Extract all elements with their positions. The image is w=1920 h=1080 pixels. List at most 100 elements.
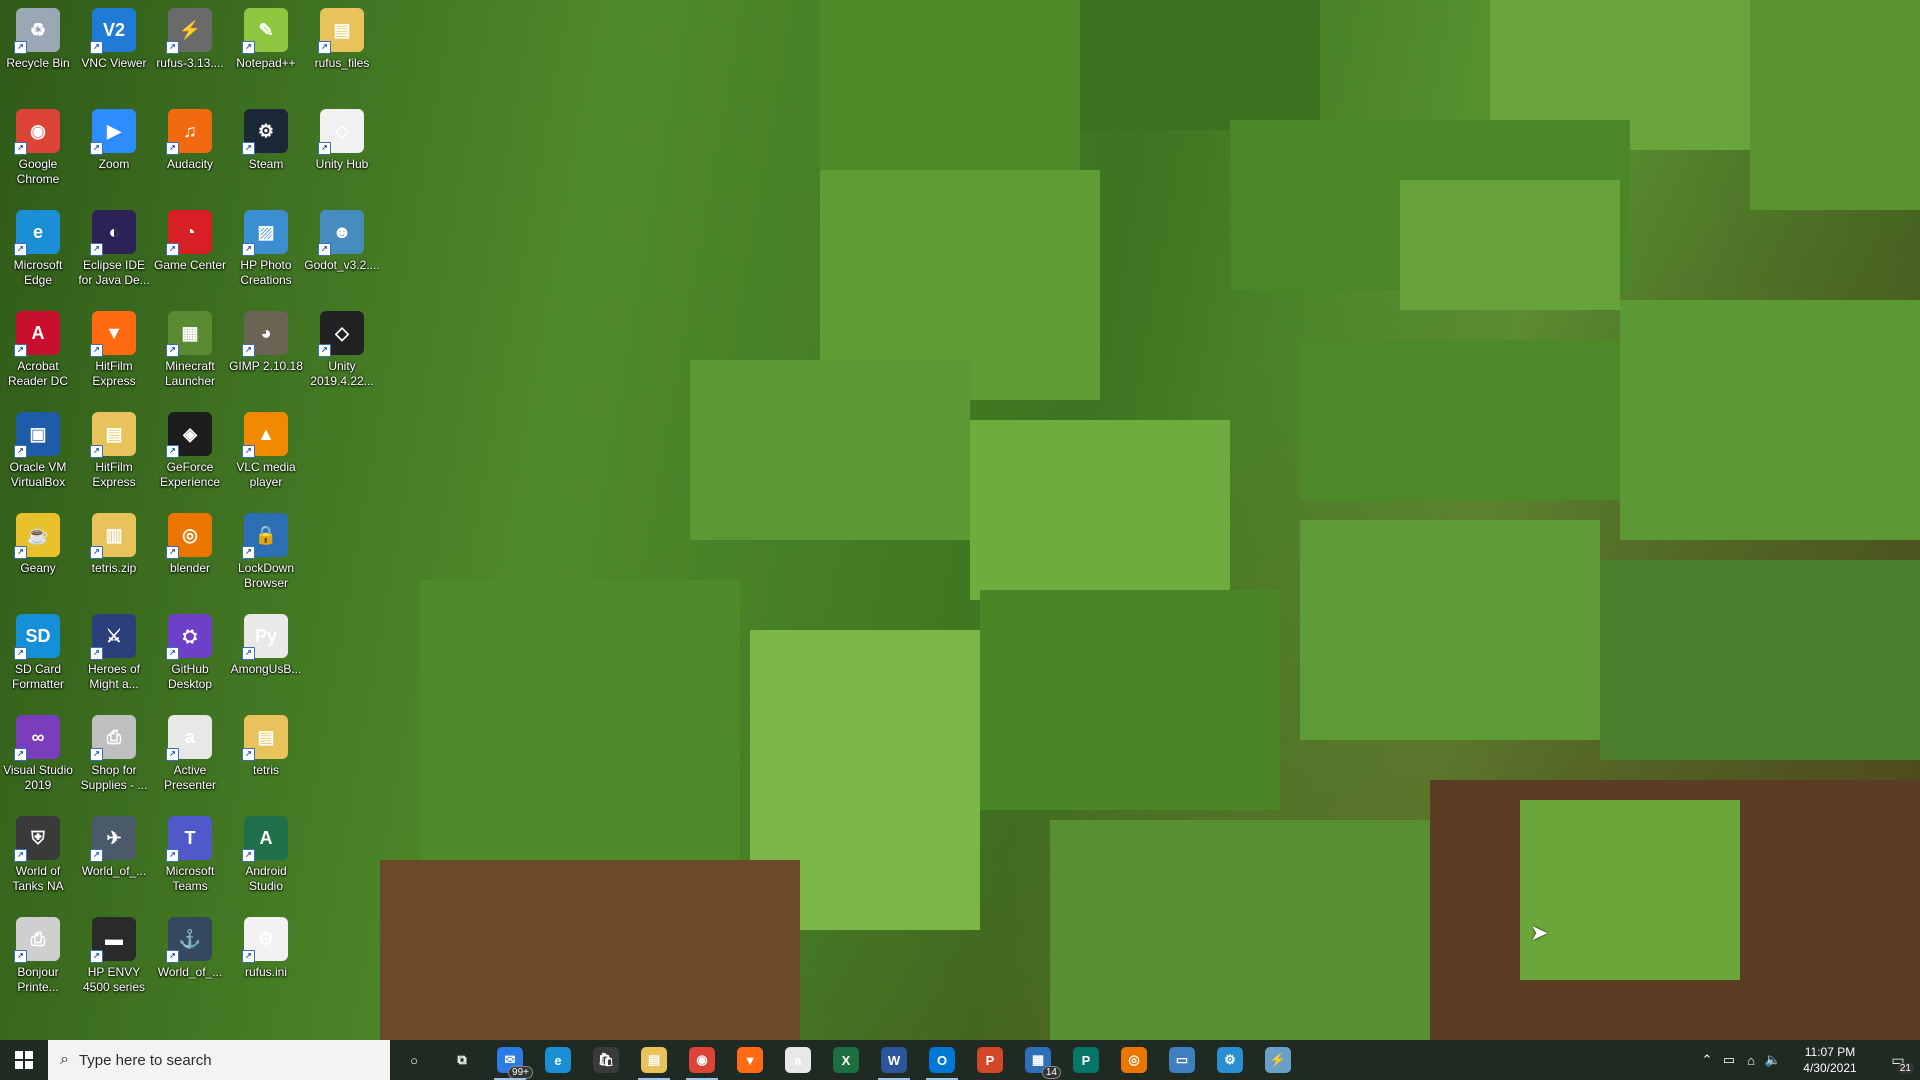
wallpaper-block (380, 860, 800, 1040)
taskbar-button-remote-desktop[interactable]: ▭ (1158, 1040, 1206, 1080)
desktop-icon[interactable]: ⚔ ↗ Heroes of Might a... (76, 606, 152, 704)
volume-icon[interactable]: 🔈 (1762, 1052, 1784, 1068)
desktop-icon[interactable]: ✎ ↗ Notepad++ (228, 0, 304, 98)
desktop-icons: ♻ ↗ Recycle Bin ◉ ↗ Google Chrome e ↗ Microsoft … (0, 0, 400, 1040)
taskbar-button-excel[interactable]: X (822, 1040, 870, 1080)
taskbar-button-publisher[interactable]: P (1062, 1040, 1110, 1080)
desktop-icon[interactable]: ◔ ↗ Game Center (152, 202, 228, 300)
network-icon[interactable]: ⌂ (1740, 1053, 1762, 1068)
desktop-icon[interactable]: T ↗ Microsoft Teams (152, 808, 228, 906)
battery-icon[interactable]: ▭ (1718, 1052, 1740, 1068)
taskbar-button-rufus[interactable]: ⚡ (1254, 1040, 1302, 1080)
desktop-icon[interactable]: ⎙ ↗ Shop for Supplies - ... (76, 707, 152, 805)
folder-icon: ▤ ↗ (318, 8, 364, 54)
taskbar-button-task-view[interactable]: ⧉ (438, 1040, 486, 1080)
shortcut-arrow-icon: ↗ (242, 142, 255, 155)
search-placeholder: Type here to search (78, 1051, 212, 1069)
desktop-icon[interactable]: ✈ ↗ World_of_... (76, 808, 152, 906)
world-of-tanks-icon: ⛨ ↗ (14, 816, 60, 862)
desktop-icon[interactable]: A ↗ Android Studio (228, 808, 304, 906)
chrome-icon: ◉ ↗ (14, 109, 60, 155)
taskbar-button-chrome[interactable]: ◉ (678, 1040, 726, 1080)
shortcut-arrow-icon: ↗ (14, 546, 27, 559)
shortcut-arrow-icon: ↗ (14, 748, 27, 761)
desktop-icon[interactable]: ⚓ ↗ World_of_... (152, 909, 228, 1007)
desktop-icon-label: rufus.ini (244, 965, 288, 979)
taskbar-button-mail[interactable]: ✉ 99+ (486, 1040, 534, 1080)
desktop-icon[interactable]: ♻ ↗ Recycle Bin (0, 0, 76, 98)
desktop-icon[interactable]: ◈ ↗ GeForce Experience (152, 404, 228, 502)
taskbar-button-calendar[interactable]: ▦ 14 (1014, 1040, 1062, 1080)
taskbar-button-word[interactable]: W (870, 1040, 918, 1080)
desktop-icon[interactable]: ▨ ↗ HP Photo Creations (228, 202, 304, 300)
taskbar-button-outlook[interactable]: O (918, 1040, 966, 1080)
desktop-icon[interactable]: ☕ ↗ Geany (0, 505, 76, 603)
desktop-icon[interactable]: a ↗ Active Presenter (152, 707, 228, 805)
taskbar-button-blender[interactable]: ◎ (1110, 1040, 1158, 1080)
calendar-icon: ▦ 14 (1025, 1047, 1061, 1079)
taskbar-button-cortana[interactable]: ○ (390, 1040, 438, 1080)
shortcut-arrow-icon: ↗ (90, 849, 103, 862)
active-presenter-icon: a (785, 1047, 811, 1073)
start-button[interactable] (0, 1040, 48, 1080)
world-of-warships-icon: ⚓ ↗ (166, 917, 212, 963)
notification-center-button[interactable]: ▭ 21 (1876, 1040, 1920, 1080)
desktop-icon-label: Godot_v3.2.... (304, 258, 380, 272)
desktop-icon[interactable]: ♫ ↗ Audacity (152, 101, 228, 199)
clock-date: 4/30/2021 (1803, 1061, 1857, 1075)
desktop-icon[interactable]: ∞ ↗ Visual Studio 2019 (0, 707, 76, 805)
shortcut-arrow-icon: ↗ (90, 445, 103, 458)
desktop-icon[interactable]: ⚙ ↗ rufus.ini (228, 909, 304, 1007)
desktop-icon[interactable]: ▣ ↗ Oracle VM VirtualBox (0, 404, 76, 502)
desktop-icon[interactable]: A ↗ Acrobat Reader DC (0, 303, 76, 401)
taskbar-button-store[interactable]: 🛍 (582, 1040, 630, 1080)
desktop-icon-label: HitFilm Express (92, 359, 136, 388)
desktop-icon[interactable]: ▬ ↗ HP ENVY 4500 series (76, 909, 152, 1007)
desktop-icon[interactable]: ⎙ ↗ Bonjour Printe... (0, 909, 76, 1007)
desktop-icon[interactable]: ▤ ↗ tetris (228, 707, 304, 805)
desktop-icon-label: GIMP 2.10.18 (229, 359, 303, 373)
desktop-icon-label: rufus-3.13.... (156, 56, 224, 70)
search-box[interactable]: ⌕ Type here to search (48, 1040, 390, 1080)
wallpaper-block (980, 590, 1280, 810)
desktop-icon[interactable]: ▦ ↗ Minecraft Launcher (152, 303, 228, 401)
godot-icon: ☻ ↗ (318, 210, 364, 256)
desktop-icon[interactable]: ◎ ↗ blender (152, 505, 228, 603)
desktop-icon[interactable]: ☻ ↗ Godot_v3.2.... (304, 202, 380, 300)
taskbar-button-file-explorer[interactable]: ▤ (630, 1040, 678, 1080)
chevron-up-icon[interactable]: ⌃ (1696, 1052, 1718, 1068)
taskbar-button-edge[interactable]: e (534, 1040, 582, 1080)
word-icon: W (881, 1047, 907, 1073)
desktop-icon[interactable]: SD ↗ SD Card Formatter (0, 606, 76, 704)
desktop-icon[interactable]: 🔒 ↗ LockDown Browser (228, 505, 304, 603)
desktop-icon[interactable]: ▥ ↗ tetris.zip (76, 505, 152, 603)
desktop-icon[interactable]: ⚡ ↗ rufus-3.13.... (152, 0, 228, 98)
taskbar-button-hitfilm[interactable]: ▼ (726, 1040, 774, 1080)
taskbar-button-gear-app[interactable]: ⚙ (1206, 1040, 1254, 1080)
desktop-icon[interactable]: ▲ ↗ VLC media player (228, 404, 304, 502)
desktop-icon[interactable]: ▼ ↗ HitFilm Express (76, 303, 152, 401)
desktop-icon[interactable]: ⛨ ↗ World of Tanks NA (0, 808, 76, 906)
desktop-icon[interactable]: ◇ ↗ Unity 2019.4.22... (304, 303, 380, 401)
desktop-icon-label: Recycle Bin (6, 56, 70, 70)
desktop-icon[interactable]: ⚙ ↗ Steam (228, 101, 304, 199)
desktop-icon[interactable]: ◐ ↗ Eclipse IDE for Java De... (76, 202, 152, 300)
taskbar-button-active-presenter[interactable]: a (774, 1040, 822, 1080)
cortana-icon: ○ (410, 1052, 418, 1068)
desktop-icon[interactable]: ⛭ ↗ GitHub Desktop (152, 606, 228, 704)
desktop-icon[interactable]: V2 ↗ VNC Viewer (76, 0, 152, 98)
desktop-icon[interactable]: ▤ ↗ rufus_files (304, 0, 380, 98)
desktop-icon[interactable]: Py ↗ AmongUsB... (228, 606, 304, 704)
minecraft-icon: ▦ ↗ (166, 311, 212, 357)
taskbar-button-powerpoint[interactable]: P (966, 1040, 1014, 1080)
steam-icon: ⚙ ↗ (242, 109, 288, 155)
desktop-icon[interactable]: e ↗ Microsoft Edge (0, 202, 76, 300)
clock[interactable]: 11:07 PM 4/30/2021 (1790, 1044, 1870, 1076)
active-presenter-icon: a ↗ (166, 715, 212, 761)
desktop-icon[interactable]: ◉ ↗ Google Chrome (0, 101, 76, 199)
desktop-icon[interactable]: ▶ ↗ Zoom (76, 101, 152, 199)
desktop-icon[interactable]: ◇ ↗ Unity Hub (304, 101, 380, 199)
desktop-icon[interactable]: ▤ ↗ HitFilm Express (76, 404, 152, 502)
shortcut-arrow-icon: ↗ (90, 243, 103, 256)
desktop-icon[interactable]: ◕ ↗ GIMP 2.10.18 (228, 303, 304, 401)
